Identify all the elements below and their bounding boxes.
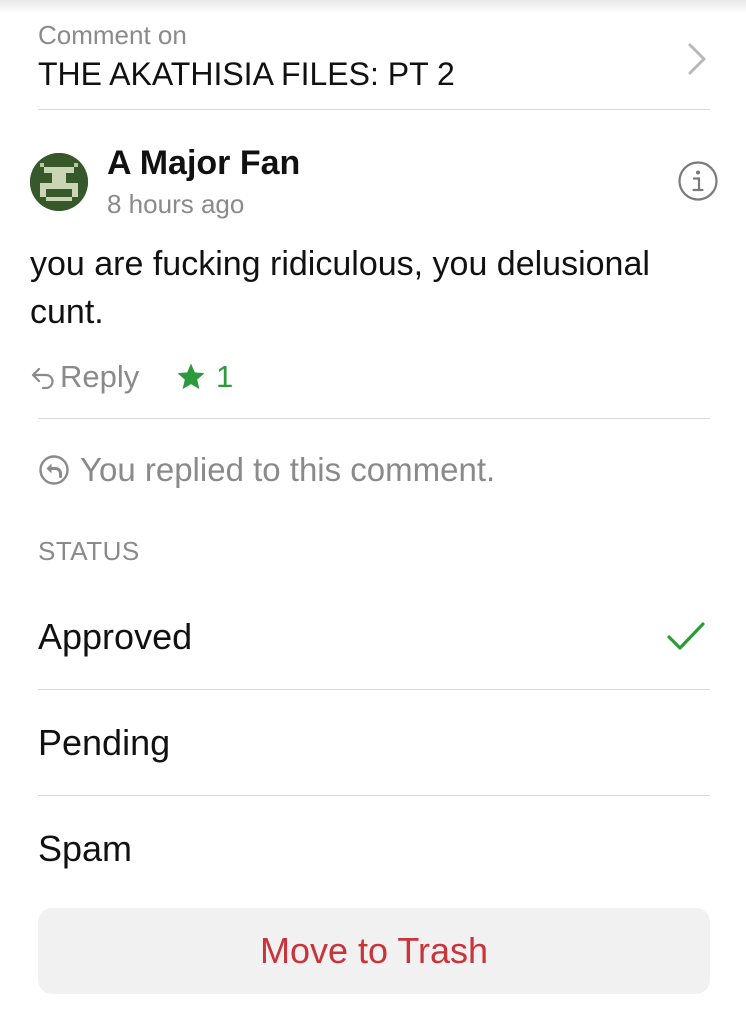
status-option-label: Pending (38, 722, 171, 763)
comment-body: you are fucking ridiculous, you delusion… (30, 245, 650, 331)
chevron-right-icon (688, 43, 706, 75)
post-caption: Comment on (38, 20, 187, 50)
like-button[interactable]: 1 (176, 357, 233, 397)
author-name: A Major Fan (107, 144, 301, 182)
status-option-label: Spam (38, 828, 133, 869)
status-option-pending[interactable]: Pending (38, 690, 710, 796)
avatar[interactable] (30, 153, 88, 211)
top-shadow (0, 0, 746, 14)
move-to-trash-button[interactable]: Move to Trash (38, 908, 710, 994)
star-icon (177, 363, 205, 390)
status-heading: STATUS (38, 536, 140, 566)
info-icon[interactable] (677, 160, 719, 202)
status-option-spam[interactable]: Spam (38, 796, 710, 902)
comment-detail-screen: Comment on THE AKATHISIA FILES: PT 2 A M… (0, 0, 746, 1023)
replied-note-text: You replied to this comment. (80, 451, 496, 488)
divider (38, 418, 710, 419)
post-link-row[interactable]: Comment on THE AKATHISIA FILES: PT 2 (38, 18, 710, 110)
reply-button[interactable]: Reply (30, 357, 139, 397)
replied-note[interactable]: You replied to this comment. (38, 448, 495, 492)
pixel-invader-avatar-icon (30, 153, 88, 211)
status-option-label: Approved (38, 616, 193, 657)
reply-arrow-icon (31, 367, 54, 389)
comment-timestamp: 8 hours ago (107, 189, 245, 219)
status-option-approved[interactable]: Approved (38, 584, 710, 690)
like-count: 1 (216, 359, 234, 394)
post-title: THE AKATHISIA FILES: PT 2 (38, 56, 455, 92)
reply-circle-icon (39, 455, 69, 485)
reply-label: Reply (60, 359, 140, 394)
checkmark-icon (667, 622, 705, 650)
